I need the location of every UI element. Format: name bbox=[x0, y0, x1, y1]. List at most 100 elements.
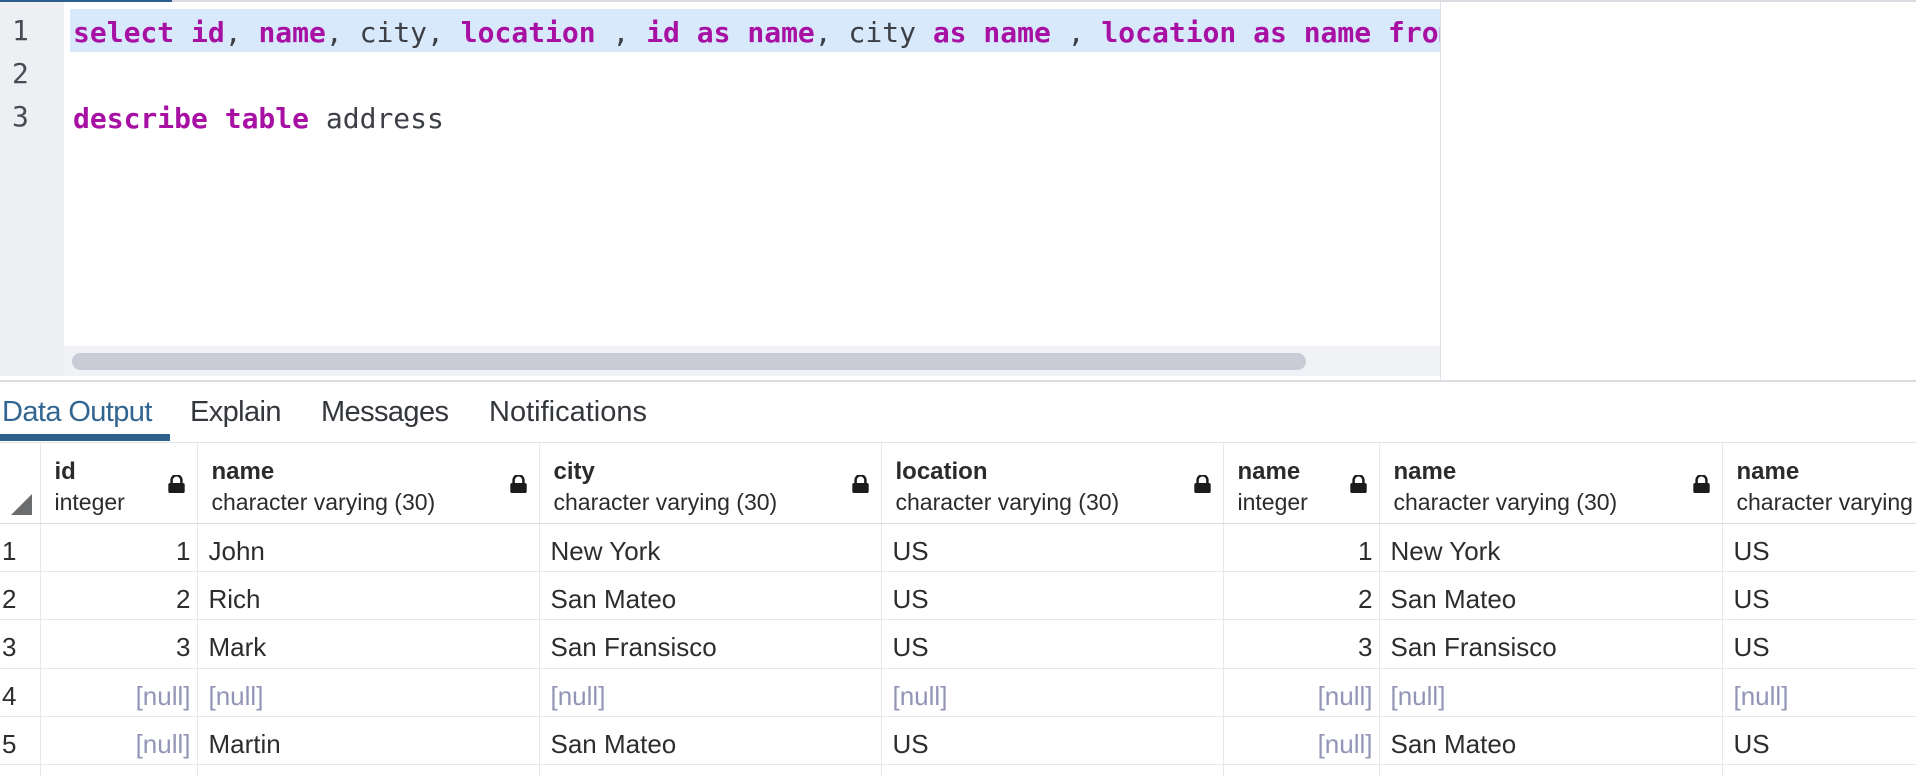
column-header-city[interactable]: citycharacter varying (30) bbox=[539, 443, 881, 523]
sql-keyword: select bbox=[73, 16, 174, 49]
column-header-location[interactable]: locationcharacter varying (30) bbox=[881, 443, 1223, 523]
column-header-name[interactable]: nameinteger bbox=[1223, 443, 1379, 523]
partial-cell bbox=[1379, 764, 1722, 776]
sql-token bbox=[1236, 16, 1253, 49]
sql-editor[interactable]: 123 select id, name, city, location , id… bbox=[0, 2, 1441, 380]
partial-cell bbox=[1722, 764, 1916, 776]
cell[interactable]: 2 bbox=[40, 571, 197, 619]
sql-token bbox=[1287, 16, 1304, 49]
column-type: character varying (30) bbox=[882, 487, 1223, 517]
cell[interactable]: US bbox=[1722, 571, 1916, 619]
cell[interactable]: Martin bbox=[197, 716, 539, 764]
cell[interactable]: 1 bbox=[1223, 523, 1379, 571]
cell[interactable]: US bbox=[881, 716, 1223, 764]
sql-keyword: location bbox=[461, 16, 596, 49]
tab-messages[interactable]: Messages bbox=[321, 382, 448, 442]
partial-row bbox=[0, 764, 1916, 776]
tab-notifications[interactable]: Notifications bbox=[489, 382, 647, 442]
cell[interactable]: US bbox=[881, 523, 1223, 571]
table-row: 5[null]MartinSan MateoUS[null]San MateoU… bbox=[0, 716, 1916, 764]
lock-icon bbox=[1350, 475, 1367, 493]
code-line: select id, name, city, location , id as … bbox=[73, 11, 1441, 54]
column-header-name[interactable]: namecharacter varying (30) bbox=[197, 443, 539, 523]
lock-icon bbox=[168, 475, 185, 493]
cell[interactable]: [null] bbox=[40, 668, 197, 716]
line-number: 2 bbox=[0, 52, 50, 95]
line-number: 3 bbox=[0, 95, 50, 138]
cell[interactable]: San Fransisco bbox=[1379, 619, 1722, 668]
partial-cell bbox=[1223, 764, 1379, 776]
column-name: name bbox=[1380, 448, 1722, 487]
line-number: 1 bbox=[0, 9, 50, 52]
cell[interactable]: San Mateo bbox=[539, 716, 881, 764]
results-tabbar: Data Output Explain Messages Notifications bbox=[0, 380, 1916, 442]
sql-token bbox=[208, 102, 225, 135]
row-number[interactable]: 4 bbox=[0, 668, 40, 716]
cell[interactable]: Rich bbox=[197, 571, 539, 619]
data-output-grid: idintegernamecharacter varying (30)cityc… bbox=[0, 443, 1916, 776]
row-number[interactable]: 1 bbox=[0, 523, 40, 571]
cell[interactable]: [null] bbox=[1223, 716, 1379, 764]
cell[interactable]: 2 bbox=[1223, 571, 1379, 619]
cell[interactable]: [null] bbox=[1223, 668, 1379, 716]
sql-token: address bbox=[326, 102, 444, 135]
cell[interactable]: [null] bbox=[1379, 668, 1722, 716]
select-all-corner[interactable] bbox=[0, 443, 40, 523]
lock-icon bbox=[1693, 475, 1710, 493]
cell[interactable]: US bbox=[881, 571, 1223, 619]
code-line: describe table address bbox=[73, 97, 1441, 140]
column-type: character varying (30) bbox=[540, 487, 881, 517]
null-value: [null] bbox=[136, 681, 191, 711]
cell[interactable]: John bbox=[197, 523, 539, 571]
cell[interactable]: US bbox=[1722, 619, 1916, 668]
code-line bbox=[73, 54, 1441, 97]
cell[interactable]: San Mateo bbox=[539, 571, 881, 619]
cell[interactable]: San Mateo bbox=[1379, 571, 1722, 619]
null-value: [null] bbox=[1391, 681, 1446, 711]
cell[interactable]: 3 bbox=[1223, 619, 1379, 668]
sql-code[interactable]: select id, name, city, location , id as … bbox=[73, 11, 1441, 140]
row-number[interactable]: 3 bbox=[0, 619, 40, 668]
column-name: location bbox=[882, 448, 1223, 487]
cell[interactable]: San Fransisco bbox=[539, 619, 881, 668]
sql-keyword: id bbox=[646, 16, 680, 49]
cell[interactable]: [null] bbox=[881, 668, 1223, 716]
query-tab-indicator bbox=[0, 0, 172, 2]
column-type: character varying bbox=[1723, 487, 1916, 517]
pgadmin-query-tool: 123 select id, name, city, location , id… bbox=[0, 0, 1916, 776]
editor-hscrollbar-thumb[interactable] bbox=[72, 353, 1306, 370]
cell[interactable]: US bbox=[1722, 523, 1916, 571]
row-number[interactable]: 2 bbox=[0, 571, 40, 619]
cell[interactable]: [null] bbox=[197, 668, 539, 716]
cell[interactable]: New York bbox=[539, 523, 881, 571]
editor-hscrollbar-track[interactable] bbox=[64, 346, 1441, 376]
row-number[interactable]: 5 bbox=[0, 716, 40, 764]
cell[interactable]: New York bbox=[1379, 523, 1722, 571]
result-table: idintegernamecharacter varying (30)cityc… bbox=[0, 443, 1916, 776]
header-row: idintegernamecharacter varying (30)cityc… bbox=[0, 443, 1916, 523]
column-header-id[interactable]: idinteger bbox=[40, 443, 197, 523]
sql-token bbox=[680, 16, 697, 49]
cell[interactable]: US bbox=[1722, 716, 1916, 764]
partial-cell bbox=[197, 764, 539, 776]
column-header-name[interactable]: namecharacter varying bbox=[1722, 443, 1916, 523]
cell[interactable]: 1 bbox=[40, 523, 197, 571]
column-name: name bbox=[1723, 448, 1916, 487]
cell[interactable]: [null] bbox=[539, 668, 881, 716]
cell[interactable]: US bbox=[881, 619, 1223, 668]
column-header-name[interactable]: namecharacter varying (30) bbox=[1379, 443, 1722, 523]
cell[interactable]: Mark bbox=[197, 619, 539, 668]
cell[interactable]: 3 bbox=[40, 619, 197, 668]
null-value: [null] bbox=[551, 681, 606, 711]
sql-token: , bbox=[815, 16, 849, 49]
sql-token bbox=[731, 16, 748, 49]
sql-keyword: describe bbox=[73, 102, 208, 135]
sql-token bbox=[174, 16, 191, 49]
tab-explain[interactable]: Explain bbox=[190, 382, 281, 442]
sql-keyword: from bbox=[1388, 16, 1441, 49]
tab-data-output[interactable]: Data Output bbox=[2, 382, 152, 442]
cell[interactable]: San Mateo bbox=[1379, 716, 1722, 764]
cell[interactable]: [null] bbox=[40, 716, 197, 764]
cell[interactable]: [null] bbox=[1722, 668, 1916, 716]
sql-token: , bbox=[326, 16, 360, 49]
